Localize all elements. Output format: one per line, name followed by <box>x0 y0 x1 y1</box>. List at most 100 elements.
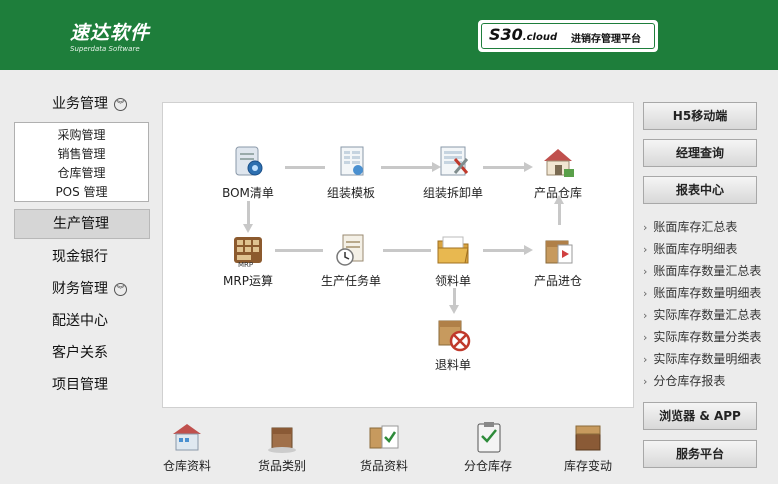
folder-icon <box>433 231 473 269</box>
chevron-right-icon: › <box>643 309 648 322</box>
bottom-goods-info[interactable]: 货品资料 <box>344 420 424 474</box>
node-product-inbound[interactable]: 产品进仓 <box>518 231 598 289</box>
mrp-calculator-icon: MRP <box>228 231 268 269</box>
flow-arrow <box>243 201 253 233</box>
node-label: 产品仓库 <box>533 186 582 200</box>
bottom-label: 货品类别 <box>257 459 306 473</box>
bottom-label: 仓库资料 <box>162 459 211 473</box>
warehouse-icon <box>167 420 207 454</box>
node-bom[interactable]: BOM清单 <box>208 143 288 201</box>
nav-production[interactable]: 生产管理 <box>14 209 150 239</box>
report-link[interactable]: › 实际库存数量明细表 <box>643 350 761 367</box>
node-label: 领料单 <box>434 274 471 288</box>
node-label: 退料单 <box>434 358 471 372</box>
boxes-icon <box>262 420 302 454</box>
node-label: 产品进仓 <box>533 274 582 288</box>
submenu-pos[interactable]: POS 管理 <box>15 183 148 202</box>
production-flow-panel: BOM清单 组装模板 组装拆卸单 产品仓库 MRP MRP运算 生产任务单 领料… <box>162 102 634 408</box>
report-link[interactable]: › 实际库存数量汇总表 <box>643 306 761 323</box>
submenu-warehouse[interactable]: 仓库管理 <box>15 164 148 183</box>
nav-customer[interactable]: 客户关系 <box>14 339 150 367</box>
left-nav: 业务管理 ︾ 采购管理 销售管理 仓库管理 POS 管理 生产管理 现金银行 财务… <box>0 70 160 484</box>
inventory-boxes-icon <box>568 420 608 454</box>
report-link[interactable]: › 实际库存数量分类表 <box>643 328 761 345</box>
company-logo[interactable]: 速达软件 Superdata Software <box>70 18 150 53</box>
template-icon <box>331 143 371 181</box>
report-label: 账面库存数量明细表 <box>653 286 762 300</box>
svg-text:MRP: MRP <box>238 261 253 269</box>
bottom-goods-category[interactable]: 货品类别 <box>242 420 322 474</box>
report-label: 实际库存数量明细表 <box>653 352 762 366</box>
report-label: 实际库存数量分类表 <box>653 330 762 344</box>
goods-check-icon <box>364 420 404 454</box>
node-product-warehouse[interactable]: 产品仓库 <box>518 143 598 201</box>
chevron-right-icon: › <box>643 331 648 344</box>
nav-finance[interactable]: 财务管理 ︾ <box>14 275 150 303</box>
platform-name: 进销存管理平台 <box>571 34 641 45</box>
h5-mobile-button[interactable]: H5移动端 <box>643 102 757 130</box>
chevron-down-icon[interactable]: ︾ <box>114 283 127 296</box>
manager-query-button[interactable]: 经理查询 <box>643 139 757 167</box>
clipboard-icon <box>468 420 508 454</box>
node-assembly-template[interactable]: 组装模板 <box>311 143 391 201</box>
submenu-purchase[interactable]: 采购管理 <box>15 126 148 145</box>
report-label: 账面库存明细表 <box>653 242 738 256</box>
node-label: 组装拆卸单 <box>422 186 483 200</box>
top-header: 速达软件 Superdata Software S30.cloud 进销存管理平… <box>0 0 778 70</box>
chevron-right-icon: › <box>643 265 648 278</box>
production-task-icon <box>331 231 371 269</box>
report-label: 账面库存汇总表 <box>653 220 738 234</box>
flow-arrow <box>449 288 459 314</box>
bottom-warehouse-info[interactable]: 仓库资料 <box>147 420 227 474</box>
node-label: MRP运算 <box>223 274 273 288</box>
report-label: 分仓库存报表 <box>653 374 726 388</box>
chevron-right-icon: › <box>643 243 648 256</box>
platform-brand: S30.cloud <box>489 25 558 44</box>
nav-finance-label: 财务管理 <box>52 281 108 297</box>
nav-cash-bank[interactable]: 现金银行 <box>14 243 150 271</box>
logo-subtext: Superdata Software <box>70 45 140 53</box>
node-mrp[interactable]: MRP MRP运算 <box>208 231 288 289</box>
chevron-right-icon: › <box>643 375 648 388</box>
warehouse-icon <box>538 143 578 181</box>
bottom-label: 货品资料 <box>359 459 408 473</box>
report-label: 账面库存数量汇总表 <box>653 264 762 278</box>
assembly-icon <box>433 143 473 181</box>
chevron-down-icon[interactable]: ︾ <box>114 98 127 111</box>
bottom-inventory-change[interactable]: 库存变动 <box>552 420 624 474</box>
platform-badge: S30.cloud 进销存管理平台 <box>478 20 658 52</box>
flow-arrow <box>554 195 564 225</box>
business-submenu: 采购管理 销售管理 仓库管理 POS 管理 <box>14 122 149 202</box>
node-material-requisition[interactable]: 领料单 <box>413 231 493 289</box>
report-link[interactable]: › 账面库存汇总表 <box>643 218 737 235</box>
logo-text: 速达软件 <box>70 22 151 44</box>
submenu-sales[interactable]: 销售管理 <box>15 145 148 164</box>
report-link[interactable]: › 账面库存数量明细表 <box>643 284 761 301</box>
report-center-button[interactable]: 报表中心 <box>643 176 757 204</box>
node-assembly-disassembly[interactable]: 组装拆卸单 <box>413 143 493 201</box>
node-label: BOM清单 <box>222 186 274 200</box>
report-link[interactable]: › 账面库存明细表 <box>643 240 737 257</box>
chevron-right-icon: › <box>643 287 648 300</box>
bom-icon <box>228 143 268 181</box>
node-label: 生产任务单 <box>320 274 381 288</box>
report-label: 实际库存数量汇总表 <box>653 308 762 322</box>
report-link[interactable]: › 分仓库存报表 <box>643 372 725 389</box>
bottom-branch-inventory[interactable]: 分仓库存 <box>448 420 528 474</box>
nav-delivery[interactable]: 配送中心 <box>14 307 150 335</box>
node-production-task[interactable]: 生产任务单 <box>311 231 391 289</box>
nav-project[interactable]: 项目管理 <box>14 371 150 399</box>
node-label: 组装模板 <box>326 186 375 200</box>
box-inbound-icon <box>538 231 578 269</box>
bottom-label: 分仓库存 <box>463 459 512 473</box>
nav-business[interactable]: 业务管理 ︾ <box>14 90 150 118</box>
nav-business-label: 业务管理 <box>52 96 108 112</box>
report-link[interactable]: › 账面库存数量汇总表 <box>643 262 761 279</box>
chevron-right-icon: › <box>643 353 648 366</box>
browser-app-button[interactable]: 浏览器 & APP <box>643 402 757 430</box>
chevron-right-icon: › <box>643 221 648 234</box>
bottom-label: 库存变动 <box>563 459 612 473</box>
node-material-return[interactable]: 退料单 <box>413 315 493 373</box>
return-box-icon <box>433 315 473 353</box>
service-platform-button[interactable]: 服务平台 <box>643 440 757 468</box>
